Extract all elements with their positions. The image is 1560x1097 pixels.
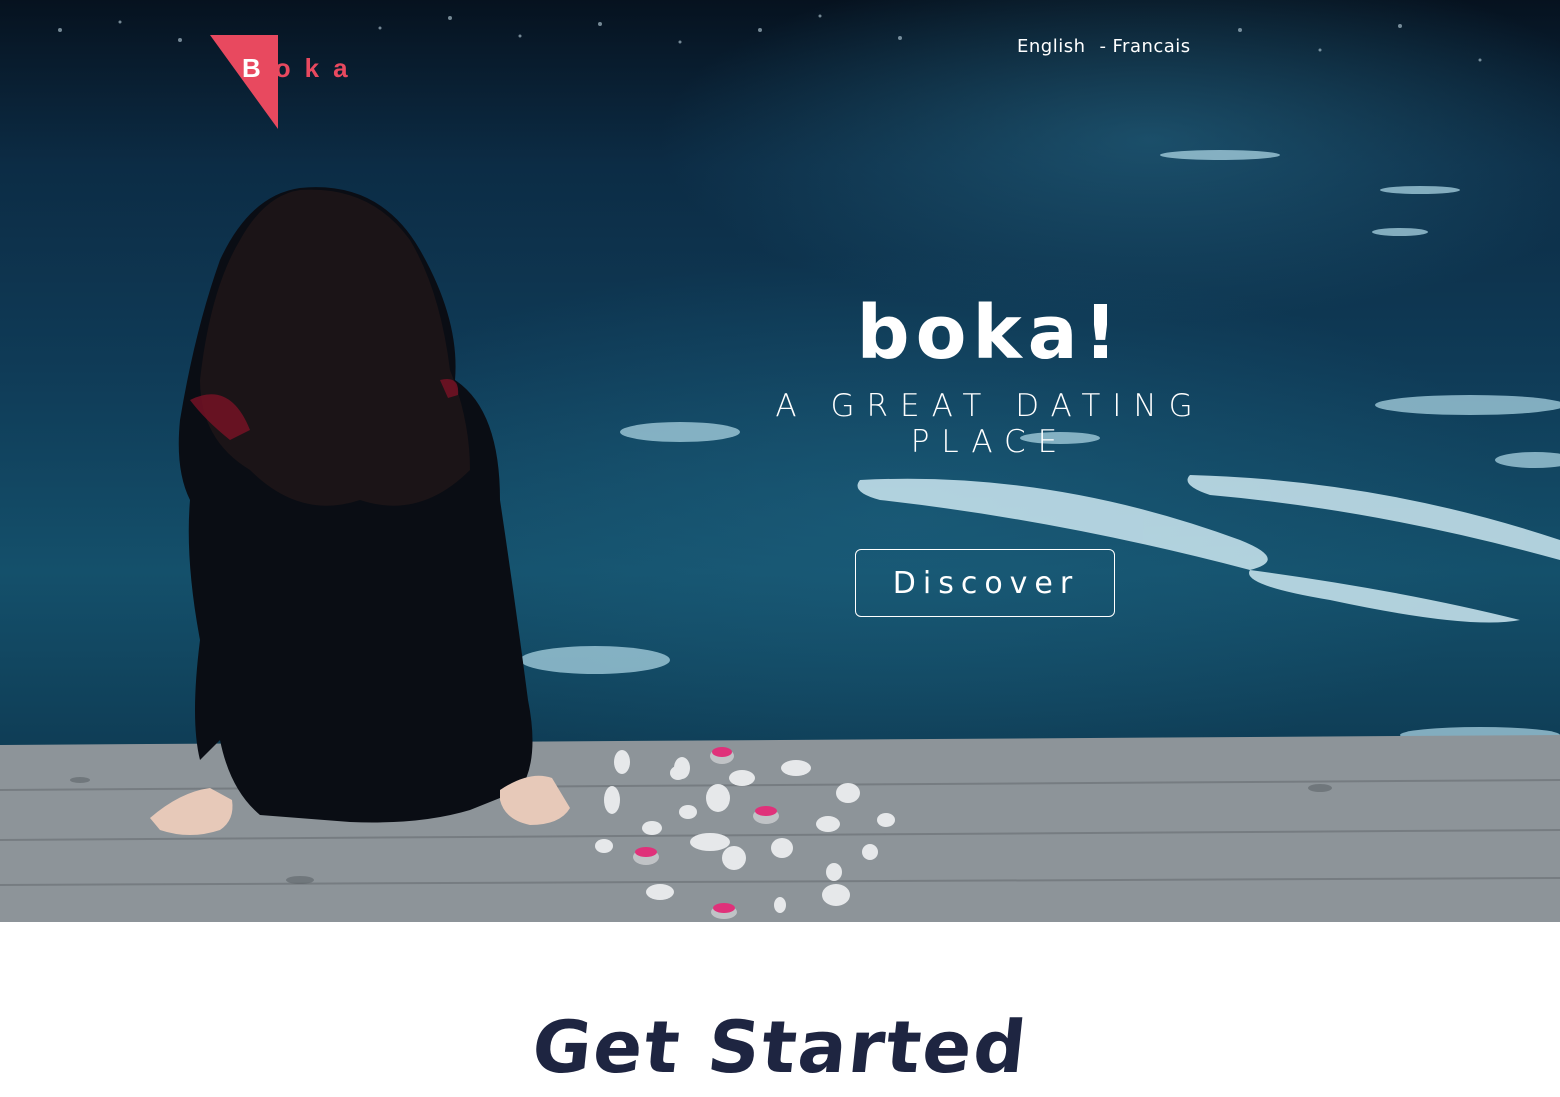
- discover-button[interactable]: Discover: [855, 549, 1115, 617]
- language-french-link[interactable]: Francais: [1113, 36, 1191, 57]
- logo-text: Boka: [242, 53, 362, 84]
- language-switcher: English - Francais: [1017, 36, 1191, 57]
- boka-logo[interactable]: Boka: [208, 33, 358, 133]
- hero-tagline: A GREAT DATING PLACE: [775, 388, 1205, 460]
- get-started-heading: Get Started: [528, 1005, 1032, 1089]
- language-english-link[interactable]: English: [1017, 36, 1086, 57]
- language-separator: -: [1099, 36, 1107, 57]
- hero-background-image: [0, 14, 1560, 922]
- hero-brand-title: boka!: [856, 290, 1124, 376]
- logo-text-first: B: [242, 53, 275, 83]
- hero-section: [0, 0, 1560, 922]
- logo-text-rest: oka: [274, 53, 362, 83]
